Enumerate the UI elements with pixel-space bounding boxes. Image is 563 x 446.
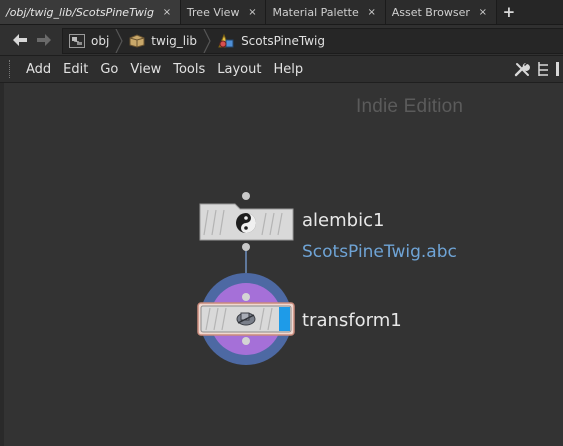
tab-label: Tree View xyxy=(186,5,240,19)
add-tab-button[interactable]: + xyxy=(497,0,521,24)
back-arrow-icon[interactable] xyxy=(9,29,31,51)
canvas-left-edge xyxy=(0,83,4,446)
node-name-transform1[interactable]: transform1 xyxy=(302,310,402,331)
menu-right-tools xyxy=(513,59,561,79)
output-connector[interactable] xyxy=(242,337,250,345)
tab-tree-view[interactable]: Tree View × xyxy=(180,0,267,24)
breadcrumb-separator-icon xyxy=(203,29,211,53)
breadcrumb-twig-lib[interactable]: twig_lib xyxy=(123,29,203,53)
tab-close-icon[interactable]: × xyxy=(476,7,490,18)
path-bar: obj twig_lib ScotsPineTwig xyxy=(0,25,563,56)
tab-network-path[interactable]: /obj/twig_lib/ScotsPineTwig × xyxy=(0,0,181,24)
menu-add[interactable]: Add xyxy=(20,62,57,77)
tab-close-icon[interactable]: × xyxy=(365,7,379,18)
toolbar-grip[interactable] xyxy=(9,60,14,78)
breadcrumb-label: obj xyxy=(91,34,110,48)
menu-edit[interactable]: Edit xyxy=(57,62,94,77)
transform-icon xyxy=(236,312,256,326)
node-subtitle-alembic1: ScotsPineTwig.abc xyxy=(302,242,457,262)
shapes-icon xyxy=(217,33,235,49)
tab-close-icon[interactable]: × xyxy=(245,7,259,18)
input-connector[interactable] xyxy=(242,192,250,200)
tab-material-palette[interactable]: Material Palette × xyxy=(266,0,386,24)
display-flag[interactable] xyxy=(279,307,290,331)
menu-view[interactable]: View xyxy=(124,62,167,77)
forward-arrow-icon[interactable] xyxy=(33,29,55,51)
tab-label: Material Palette xyxy=(272,5,359,19)
menu-layout[interactable]: Layout xyxy=(211,62,267,77)
breadcrumb: obj twig_lib ScotsPineTwig xyxy=(62,28,563,54)
breadcrumb-label: twig_lib xyxy=(151,34,198,48)
input-connector[interactable] xyxy=(242,293,250,301)
breadcrumb-separator-icon xyxy=(115,29,123,53)
menu-go[interactable]: Go xyxy=(94,62,124,77)
breadcrumb-obj[interactable]: obj xyxy=(63,29,115,53)
tab-asset-browser[interactable]: Asset Browser × xyxy=(385,0,497,24)
node-name-alembic1[interactable]: alembic1 xyxy=(302,210,384,231)
geo-box-icon xyxy=(129,34,145,48)
menu-bar: Add Edit Go View Tools Layout Help xyxy=(0,56,563,83)
wrench-icon[interactable] xyxy=(513,60,531,78)
menu-tools[interactable]: Tools xyxy=(167,62,211,77)
node-alembic1[interactable] xyxy=(199,192,294,251)
breadcrumb-label: ScotsPineTwig xyxy=(241,34,325,48)
output-connector[interactable] xyxy=(242,243,250,251)
menu-help[interactable]: Help xyxy=(267,62,309,77)
edition-watermark: Indie Edition xyxy=(356,96,464,117)
alembic-icon xyxy=(236,213,256,233)
tree-list-icon[interactable] xyxy=(535,60,551,78)
tab-close-icon[interactable]: × xyxy=(160,7,174,18)
tab-label: /obj/twig_lib/ScotsPineTwig xyxy=(6,5,154,19)
pane-tab-bar: /obj/twig_lib/ScotsPineTwig × Tree View … xyxy=(0,0,563,25)
breadcrumb-scotspinetwig[interactable]: ScotsPineTwig xyxy=(211,29,331,53)
tab-label: Asset Browser xyxy=(391,5,470,19)
more-icon[interactable] xyxy=(555,60,561,78)
obj-network-icon xyxy=(69,34,85,48)
node-graph xyxy=(197,192,295,365)
